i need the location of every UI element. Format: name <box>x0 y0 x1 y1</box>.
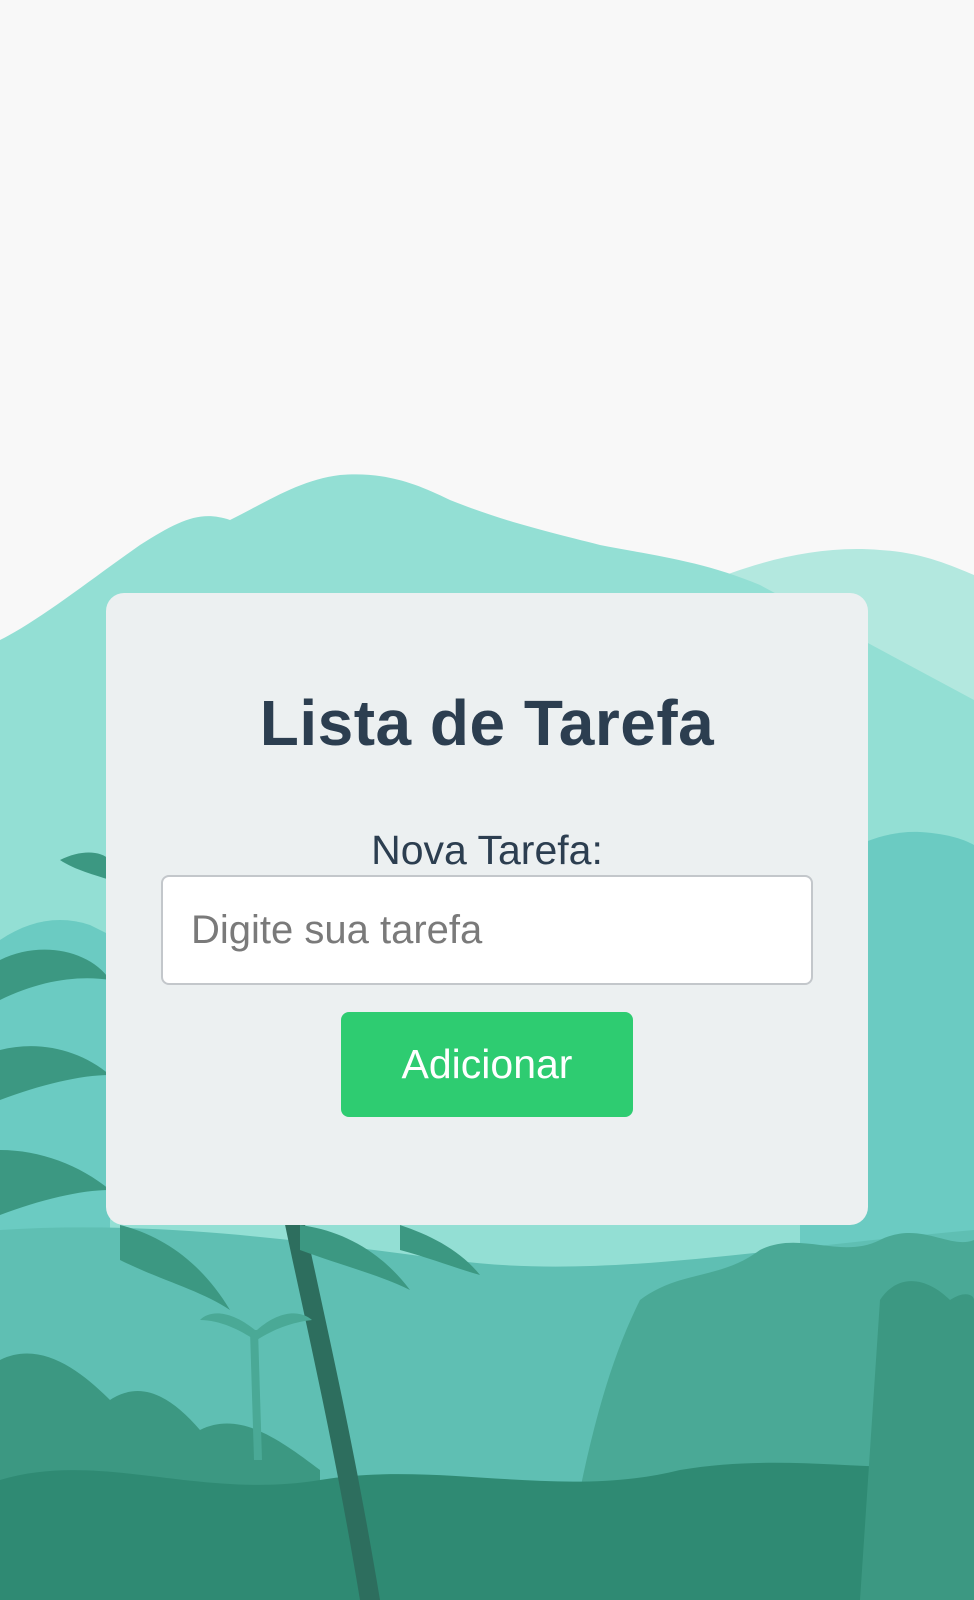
dark-foreground <box>0 1460 974 1600</box>
new-task-label: Nova Tarefa: <box>371 827 603 873</box>
page-title: Lista de Tarefa <box>259 687 715 759</box>
task-input[interactable] <box>161 875 813 985</box>
add-button[interactable]: Adicionar <box>341 1012 633 1117</box>
task-card: Lista de Tarefa Nova Tarefa: Adicionar <box>106 593 868 1225</box>
